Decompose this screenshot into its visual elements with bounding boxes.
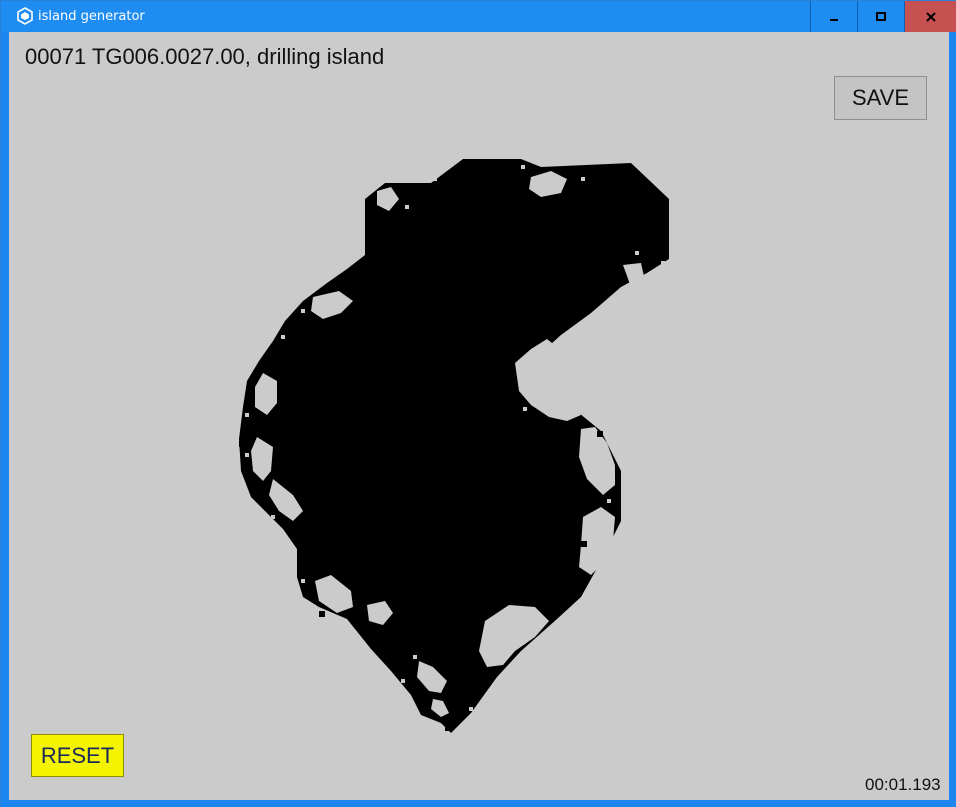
status-line: 00071 TG006.0027.00, drilling island	[25, 44, 385, 69]
island-map	[239, 159, 669, 733]
reset-button[interactable]: RESET	[31, 734, 124, 777]
save-button[interactable]: SAVE	[834, 76, 927, 120]
elapsed-timer: 00:01.193	[865, 775, 941, 794]
app-window: island generator 00071 TG006.0027.00, dr…	[0, 0, 956, 807]
